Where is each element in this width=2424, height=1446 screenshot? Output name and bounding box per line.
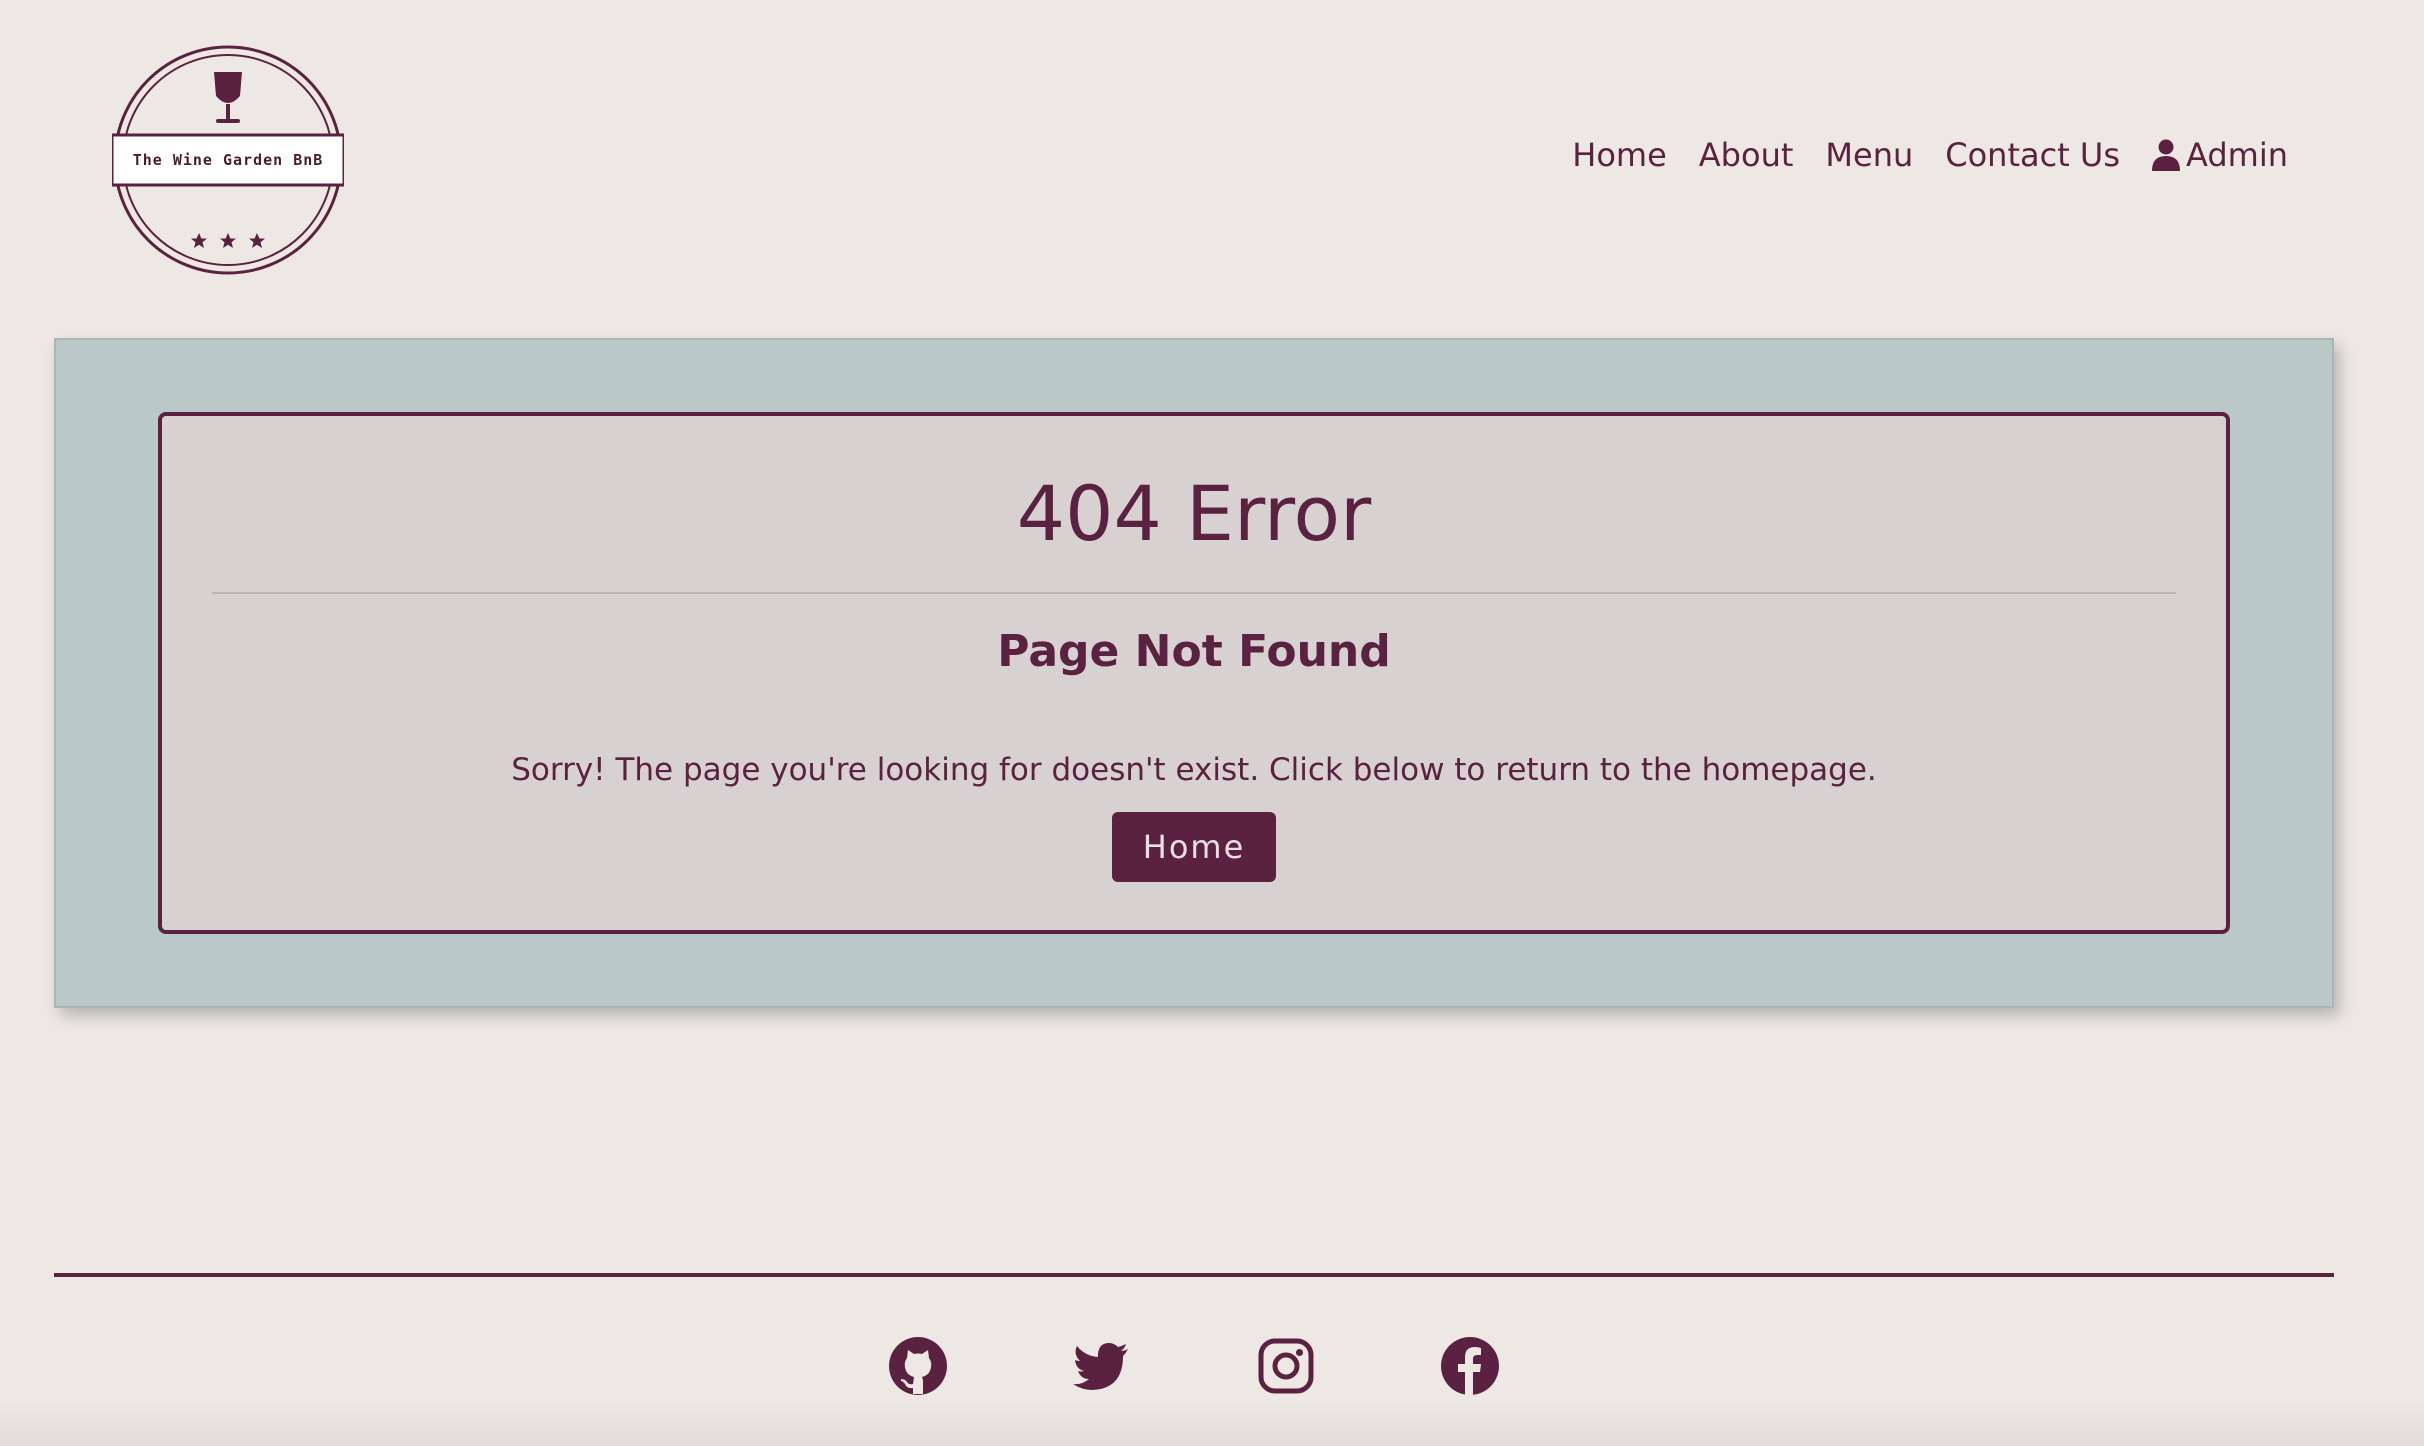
instagram-icon <box>1258 1338 1314 1394</box>
divider <box>212 592 2176 594</box>
star-icon <box>220 233 236 248</box>
social-links <box>0 1336 2424 1396</box>
github-icon <box>889 1337 947 1395</box>
error-panel: 404 Error Page Not Found Sorry! The page… <box>54 338 2334 1008</box>
nav-link-menu[interactable]: Menu <box>1825 136 1913 174</box>
footer-divider <box>54 1273 2334 1277</box>
twitter-link[interactable] <box>1072 1336 1132 1396</box>
footer-fade <box>0 1400 2424 1446</box>
star-icon <box>191 233 207 248</box>
main-nav: Home About Menu Contact Us Admin <box>1572 136 2288 174</box>
home-button[interactable]: Home <box>1112 812 1276 882</box>
error-subtitle: Page Not Found <box>997 626 1391 677</box>
admin-label: Admin <box>2186 136 2288 174</box>
user-icon <box>2152 139 2181 171</box>
site-logo[interactable]: The Wine Garden BnB <box>112 44 344 276</box>
rating-stars <box>191 233 265 248</box>
facebook-link[interactable] <box>1440 1336 1500 1396</box>
wine-glass-icon <box>214 72 242 123</box>
facebook-icon <box>1441 1337 1499 1395</box>
logo-text: The Wine Garden BnB <box>132 151 324 169</box>
instagram-link[interactable] <box>1256 1336 1316 1396</box>
nav-link-contact-us[interactable]: Contact Us <box>1945 136 2120 174</box>
nav-link-admin[interactable]: Admin <box>2152 136 2288 174</box>
star-icon <box>249 233 265 248</box>
github-link[interactable] <box>888 1336 948 1396</box>
twitter-icon <box>1073 1343 1128 1390</box>
error-title: 404 Error <box>1016 469 1372 558</box>
nav-link-about[interactable]: About <box>1699 136 1794 174</box>
nav-link-home[interactable]: Home <box>1572 136 1667 174</box>
error-card: 404 Error Page Not Found Sorry! The page… <box>158 412 2230 934</box>
error-message: Sorry! The page you're looking for doesn… <box>511 752 1877 788</box>
